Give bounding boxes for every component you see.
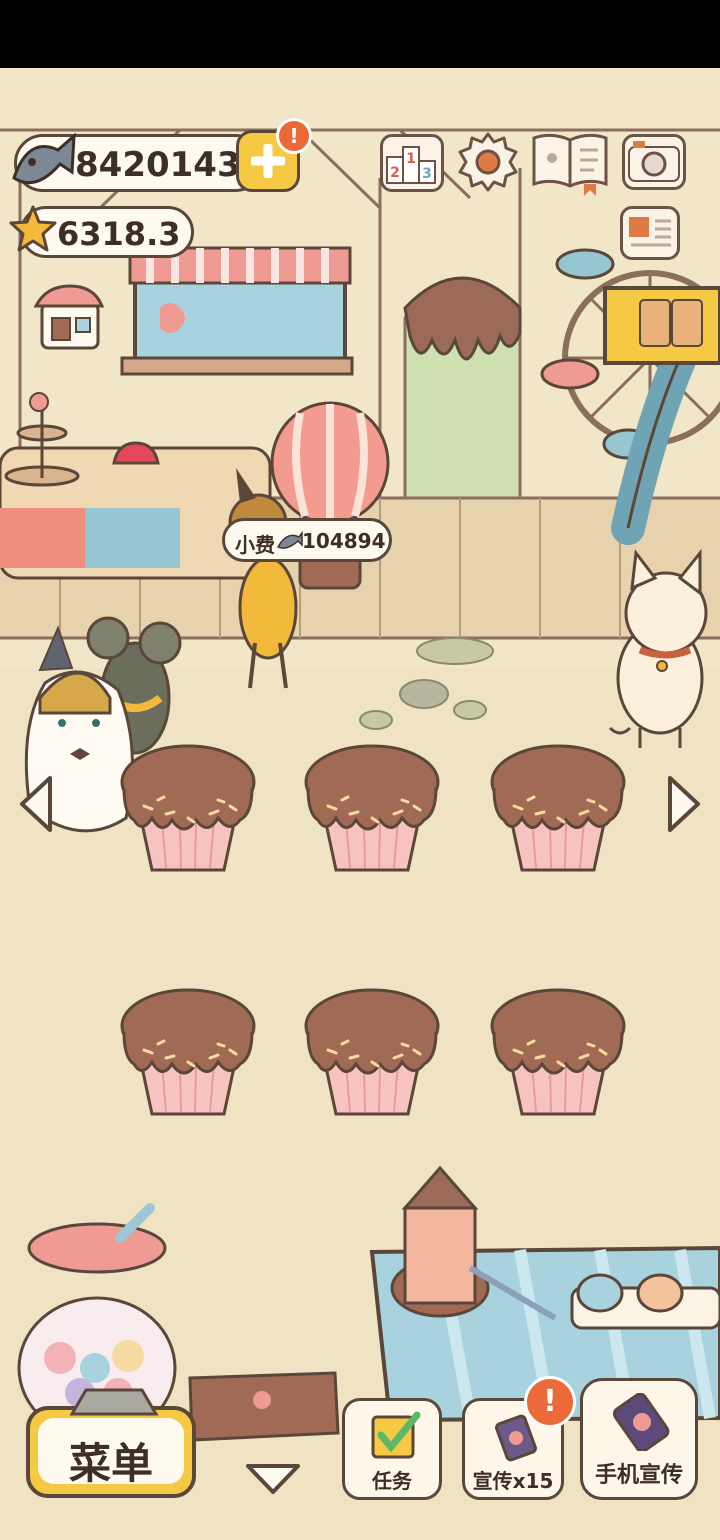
phone-promo-label: 手机宣传 (594, 1463, 683, 1488)
tip-amount: 104894 (302, 529, 386, 553)
chevron-down-icon (246, 1464, 300, 1494)
cupcake-seat-6[interactable] (488, 988, 628, 1118)
promo-label: 宣传x15 (472, 1469, 554, 1493)
phone-icon (613, 1393, 670, 1451)
shop-icon (33, 284, 105, 350)
cupcake-seat-5[interactable] (302, 988, 442, 1118)
dog-customer (228, 468, 298, 689)
newspaper-button[interactable] (620, 206, 680, 260)
ranking-first: 1 (406, 151, 416, 167)
book-icon (532, 133, 608, 196)
fish-count: 8420143 (75, 145, 241, 185)
recipe-book-button[interactable] (530, 130, 610, 196)
cafe-scene: 小费 104894 8420143 ! 6318.3 2 1 3 菜单 任务 宣… (0, 68, 720, 1540)
shop-button[interactable] (32, 282, 106, 352)
star-icon (9, 205, 57, 252)
scroll-left-button[interactable] (16, 774, 58, 834)
cupcake-seat-4[interactable] (118, 988, 258, 1118)
ranking-second: 2 (390, 165, 400, 181)
settings-button[interactable] (456, 130, 520, 194)
phone-promo-button[interactable]: 手机宣传 (580, 1378, 698, 1500)
menu-label: 菜单 (68, 1439, 153, 1488)
tip-bubble[interactable]: 小费 104894 (222, 518, 392, 562)
add-fish-alert-badge: ! (276, 118, 312, 154)
menu-clip-decoration (69, 1388, 159, 1416)
menu-button[interactable]: 菜单 (26, 1406, 196, 1498)
cupcake-seat-2[interactable] (302, 744, 442, 874)
chevron-right-icon (668, 776, 700, 832)
camera-button[interactable] (622, 134, 686, 190)
ranking-icon: 2 1 3 (386, 146, 436, 184)
ranking-third: 3 (422, 166, 432, 182)
task-label: 任务 (372, 1469, 412, 1493)
tip-label: 小费 (235, 533, 275, 557)
promo-alert-badge: ! (524, 1376, 576, 1428)
plus-icon (251, 144, 285, 178)
fish-icon (276, 530, 303, 549)
chevron-left-icon (20, 776, 52, 832)
cupcake-seat-1[interactable] (118, 744, 258, 874)
gear-icon (458, 132, 518, 192)
scroll-right-button[interactable] (662, 774, 704, 834)
collapse-button[interactable] (244, 1460, 302, 1500)
cupcake-seat-3[interactable] (488, 744, 628, 874)
checklist-icon (371, 1411, 421, 1459)
newspaper-icon (629, 217, 671, 247)
task-button[interactable]: 任务 (342, 1398, 442, 1500)
fish-icon (12, 132, 76, 185)
ranking-button[interactable]: 2 1 3 (380, 134, 444, 192)
star-count: 6318.3 (57, 215, 181, 253)
white-cat-customer (608, 548, 708, 748)
camera-icon (628, 141, 680, 182)
